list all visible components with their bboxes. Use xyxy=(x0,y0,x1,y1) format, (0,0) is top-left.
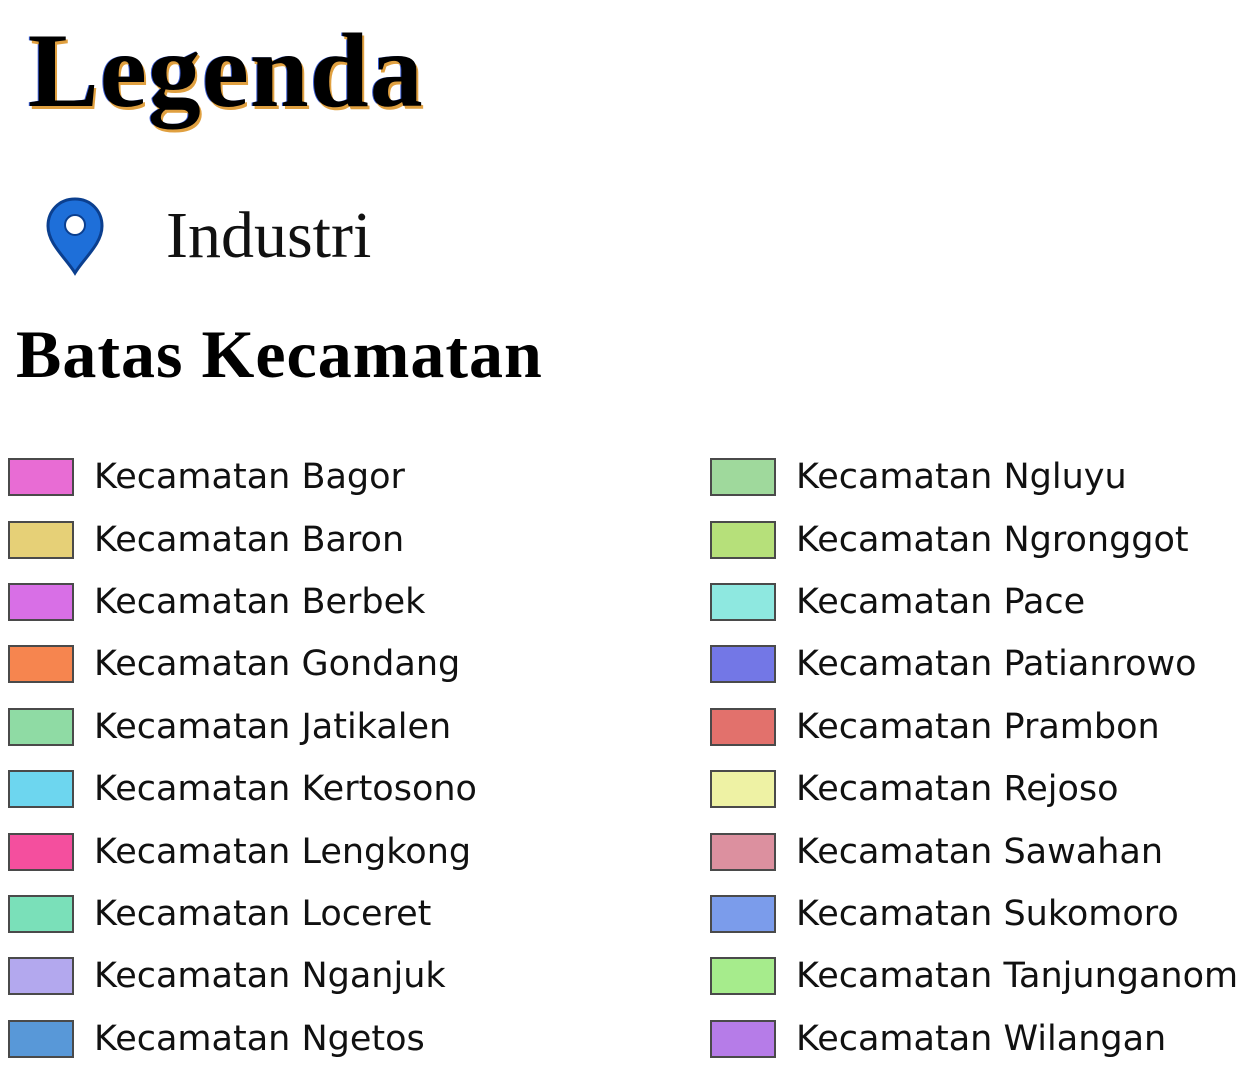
legend-item-label: Kecamatan Ngetos xyxy=(94,1018,425,1059)
legend-item: Kecamatan Bagor xyxy=(8,446,548,508)
legend-item-label: Kecamatan Rejoso xyxy=(796,769,1119,810)
legend-item: Kecamatan Ngronggot xyxy=(710,508,1250,570)
legend-column-right: Kecamatan Ngluyu Kecamatan Ngronggot Kec… xyxy=(710,446,1250,1070)
legend-item-label: Kecamatan Patianrowo xyxy=(796,644,1197,685)
legend-item-label: Kecamatan Nganjuk xyxy=(94,956,446,997)
color-swatch xyxy=(710,832,776,871)
color-swatch xyxy=(8,582,74,621)
color-swatch xyxy=(8,1019,74,1058)
legend-item-label: Kecamatan Ngluyu xyxy=(796,457,1127,498)
legend-item: Kecamatan Loceret xyxy=(8,883,548,945)
legend-item-label: Kecamatan Ngronggot xyxy=(796,519,1189,560)
legend-item: Kecamatan Ngetos xyxy=(8,1008,548,1070)
color-swatch xyxy=(8,520,74,559)
legend-item-label: Kecamatan Jatikalen xyxy=(94,706,452,747)
legend-item-label: Kecamatan Gondang xyxy=(94,644,461,685)
color-swatch xyxy=(710,645,776,684)
legend-item-label: Kecamatan Lengkong xyxy=(94,831,472,872)
legend-item-label: Kecamatan Prambon xyxy=(796,706,1160,747)
legend-item: Kecamatan Prambon xyxy=(710,696,1250,758)
legend-item-label: Kecamatan Sukomoro xyxy=(796,893,1179,934)
legend-item-label: Kecamatan Loceret xyxy=(94,893,432,934)
legend-column-left: Kecamatan Bagor Kecamatan Baron Kecamata… xyxy=(8,446,548,1070)
legend-item: Kecamatan Berbek xyxy=(8,571,548,633)
legend-item-label: Kecamatan Berbek xyxy=(94,581,426,622)
color-swatch xyxy=(710,1019,776,1058)
color-swatch xyxy=(710,707,776,746)
color-swatch xyxy=(710,458,776,497)
industri-label: Industri xyxy=(166,199,372,272)
legend-item: Kecamatan Patianrowo xyxy=(710,633,1250,695)
legend-item: Kecamatan Wilangan xyxy=(710,1008,1250,1070)
map-pin-icon xyxy=(46,197,104,276)
legend-item: Kecamatan Baron xyxy=(8,508,548,570)
batas-kecamatan-title: Batas Kecamatan xyxy=(16,316,543,392)
legend-item-label: Kecamatan Baron xyxy=(94,519,405,560)
legend-item-label: Kecamatan Sawahan xyxy=(796,831,1164,872)
color-swatch xyxy=(8,707,74,746)
color-swatch xyxy=(8,894,74,933)
legend-item-label: Kecamatan Wilangan xyxy=(796,1018,1167,1059)
legend-item: Kecamatan Pace xyxy=(710,571,1250,633)
color-swatch xyxy=(710,582,776,621)
legend-item: Kecamatan Lengkong xyxy=(8,820,548,882)
legend-item-label: Kecamatan Tanjunganom xyxy=(796,956,1239,997)
color-swatch xyxy=(710,894,776,933)
color-swatch xyxy=(710,520,776,559)
legend-item-label: Kecamatan Kertosono xyxy=(94,769,477,810)
legend-title: Legenda xyxy=(28,12,424,129)
legend-item-label: Kecamatan Bagor xyxy=(94,457,405,498)
legend-item: Kecamatan Ngluyu xyxy=(710,446,1250,508)
color-swatch xyxy=(8,770,74,809)
legend-item: Kecamatan Jatikalen xyxy=(8,696,548,758)
legend-item: Kecamatan Sukomoro xyxy=(710,883,1250,945)
color-swatch xyxy=(8,458,74,497)
industri-legend-item: Industri xyxy=(44,196,371,276)
color-swatch xyxy=(710,770,776,809)
color-swatch xyxy=(8,957,74,996)
legend-item: Kecamatan Kertosono xyxy=(8,758,548,820)
legend-item: Kecamatan Rejoso xyxy=(710,758,1250,820)
legend-item: Kecamatan Sawahan xyxy=(710,820,1250,882)
color-swatch xyxy=(8,832,74,871)
legend-item: Kecamatan Nganjuk xyxy=(8,945,548,1007)
color-swatch xyxy=(710,957,776,996)
legend-item: Kecamatan Tanjunganom xyxy=(710,945,1250,1007)
legend-item-label: Kecamatan Pace xyxy=(796,581,1086,622)
legend-item: Kecamatan Gondang xyxy=(8,633,548,695)
color-swatch xyxy=(8,645,74,684)
